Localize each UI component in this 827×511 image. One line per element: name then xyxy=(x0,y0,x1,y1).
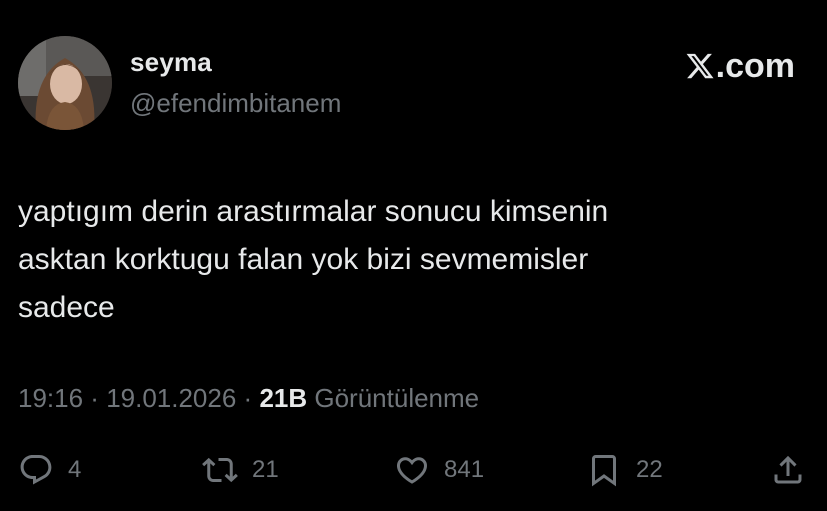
tweet-time[interactable]: 19:16 xyxy=(18,383,83,413)
tweet-date[interactable]: 19.01.2026 xyxy=(106,383,236,413)
brand-text: .com xyxy=(715,47,795,85)
meta-separator: · xyxy=(83,383,107,413)
user-handle[interactable]: @efendimbitanem xyxy=(130,88,341,119)
like-count: 841 xyxy=(444,456,485,483)
views-label: Görüntülenme xyxy=(314,383,480,413)
heart-icon xyxy=(396,457,428,484)
meta-separator: · xyxy=(236,383,260,413)
views-count: 21B xyxy=(259,383,308,413)
avatar[interactable] xyxy=(18,36,112,130)
x-logo-icon xyxy=(686,53,714,79)
tweet-meta: 19:16 · 19.01.2026 · 21B Görüntülenme xyxy=(18,383,479,414)
display-name[interactable]: seyma xyxy=(130,47,212,78)
action-bar: 4 21 841 22 xyxy=(18,448,810,492)
tweet-text: yaptıgım derin arastırmalar sonucu kimse… xyxy=(18,195,609,324)
reply-count: 4 xyxy=(68,456,82,483)
bookmark-icon xyxy=(592,455,616,487)
brand-logo: .com xyxy=(685,49,795,83)
bookmark-button[interactable]: 22 xyxy=(586,448,663,492)
retweet-count: 21 xyxy=(252,456,279,483)
retweet-icon xyxy=(202,457,238,483)
retweet-button[interactable]: 21 xyxy=(202,448,279,492)
avatar-image xyxy=(18,36,112,130)
reply-button[interactable]: 4 xyxy=(18,448,81,492)
like-button[interactable]: 841 xyxy=(394,448,484,492)
reply-icon xyxy=(20,455,52,485)
bookmark-count: 22 xyxy=(636,456,663,483)
share-icon xyxy=(774,455,802,484)
share-button[interactable] xyxy=(770,448,806,492)
